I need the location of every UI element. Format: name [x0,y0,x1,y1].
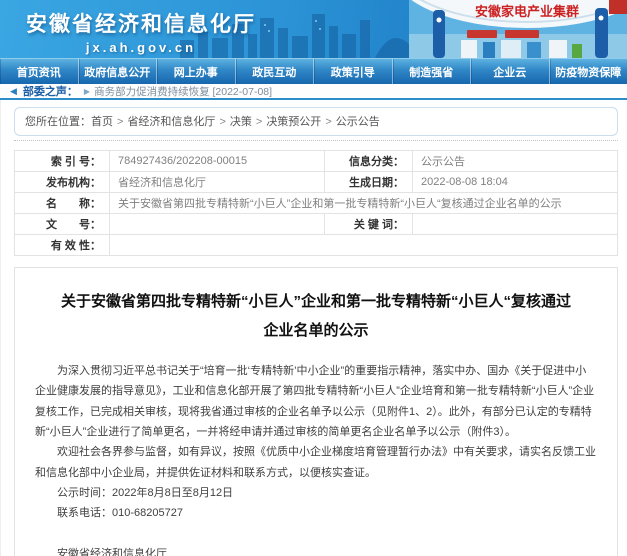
ticker-news-date: [2022-07-08] [213,86,273,98]
ticker-label: 部委之声： [23,83,78,99]
spacer [35,524,597,544]
doc-name-value: 关于安徽省第四批专精特新“小巨人”企业和第一批专精特新“小巨人“复核通过企业名单… [110,193,618,214]
breadcrumb-separator: > [325,116,331,128]
nav-item-policy[interactable]: 政策引导 [314,59,393,84]
site-title: 安徽省经济和信息化厅 [26,8,256,38]
table-row: 索 引 号： 784927436/202208-00015 信息分类： 公示公告 [15,151,618,172]
doc-name-label: 名 称： [15,193,110,214]
nav-item-gov-info[interactable]: 政府信息公开 [79,59,158,84]
doc-number-value [110,214,325,235]
nav-item-interaction[interactable]: 政民互动 [236,59,315,84]
content-area: 您所在位置：首页 > 省经济和信息化厅 > 决策 > 决策预公开 > 公示公告 索 引 号： 7… [0,100,627,556]
article-title: 关于安徽省第四批专精特新“小巨人”企业和第一批专精特新“小巨人“复核通过企业名单… [61,288,571,345]
validity-label: 有 效 性： [15,235,110,256]
publisher-value: 省经济和信息化厅 [110,172,325,193]
breadcrumb-decision[interactable]: 决策 [230,116,252,128]
breadcrumb-separator: > [256,116,262,128]
ticker-news-text: 商务部力促消费持续恢复 [94,86,210,98]
breadcrumb-prefix: 您所在位置： [25,116,91,128]
site-header-banner: 安徽省经济和信息化厅 jx.ah.gov.cn 安徽家电产业集群 [0,0,627,58]
breadcrumb-announcements[interactable]: 公示公告 [336,116,380,128]
index-number-label: 索 引 号： [15,151,110,172]
keywords-value [413,214,618,235]
article-panel: 关于安徽省第四批专精特新“小巨人”企业和第一批专精特新“小巨人“复核通过企业名单… [14,267,618,556]
publicity-period-line: 公示时间：2022年8月8日至8月12日 [35,483,597,503]
article-paragraph-2: 欢迎社会各界参与监督，如有异议，按照《优质中小企业梯度培育管理暂行办法》中有关要… [35,442,597,483]
dotted-divider [14,140,618,141]
publisher-label: 发布机构： [15,172,110,193]
breadcrumb-separator: > [117,116,123,128]
nav-item-manufacture[interactable]: 制造强省 [393,59,472,84]
site-url: jx.ah.gov.cn [26,40,256,55]
keywords-label: 关 键 词： [325,214,413,235]
breadcrumb-pre-disclosure[interactable]: 决策预公开 [266,116,321,128]
table-row: 文 号： 关 键 词： [15,214,618,235]
nav-item-home[interactable]: 首页资讯 [0,59,79,84]
page: 安徽省经济和信息化厅 jx.ah.gov.cn 安徽家电产业集群 首页资讯 政府… [0,0,627,556]
signature-org: 安徽省经济和信息化厅 [35,544,597,556]
article-paragraph-1: 为深入贯彻习近平总书记关于“培育一批‘专精特新’中小企业”的重要指示精神，落实中… [35,361,597,442]
breadcrumb-home[interactable]: 首页 [91,116,113,128]
nav-item-online[interactable]: 网上办事 [157,59,236,84]
breadcrumb: 您所在位置：首页 > 省经济和信息化厅 > 决策 > 决策预公开 > 公示公告 [14,107,618,136]
photo-banner-text: 安徽家电产业集群 [475,4,579,19]
nav-item-epidemic[interactable]: 防疫物资保障 [550,59,627,84]
info-category-label: 信息分类： [325,151,413,172]
ticker-prev-icon[interactable]: ◀ [10,86,17,97]
generated-date-label: 生成日期： [325,172,413,193]
table-row: 名 称： 关于安徽省第四批专精特新“小巨人”企业和第一批专精特新“小巨人“复核通… [15,193,618,214]
breadcrumb-separator: > [219,116,225,128]
nav-item-cloud[interactable]: 企业云 [471,59,550,84]
document-meta-table: 索 引 号： 784927436/202208-00015 信息分类： 公示公告… [14,150,618,256]
generated-date-value: 2022-08-08 18:04 [413,172,618,193]
breadcrumb-dept[interactable]: 省经济和信息化厅 [127,116,215,128]
validity-value [110,235,618,256]
table-row: 发布机构： 省经济和信息化厅 生成日期： 2022-08-08 18:04 [15,172,618,193]
contact-phone-line: 联系电话：010-68205727 [35,503,597,523]
index-number-value: 784927436/202208-00015 [110,151,325,172]
main-nav: 首页资讯 政府信息公开 网上办事 政民互动 政策引导 制造强省 企业云 防疫物资… [0,58,627,84]
ticker-news-link[interactable]: 商务部力促消费持续恢复 [2022-07-08] [94,84,272,99]
info-category-value: 公示公告 [413,151,618,172]
table-row: 有 效 性： [15,235,618,256]
doc-number-label: 文 号： [15,214,110,235]
ticker-bullet-icon: ▶ [84,87,90,96]
exhibition-photo: 安徽家电产业集群 [409,0,627,58]
news-ticker: ◀ 部委之声： ▶ 商务部力促消费持续恢复 [2022-07-08] [0,84,627,100]
